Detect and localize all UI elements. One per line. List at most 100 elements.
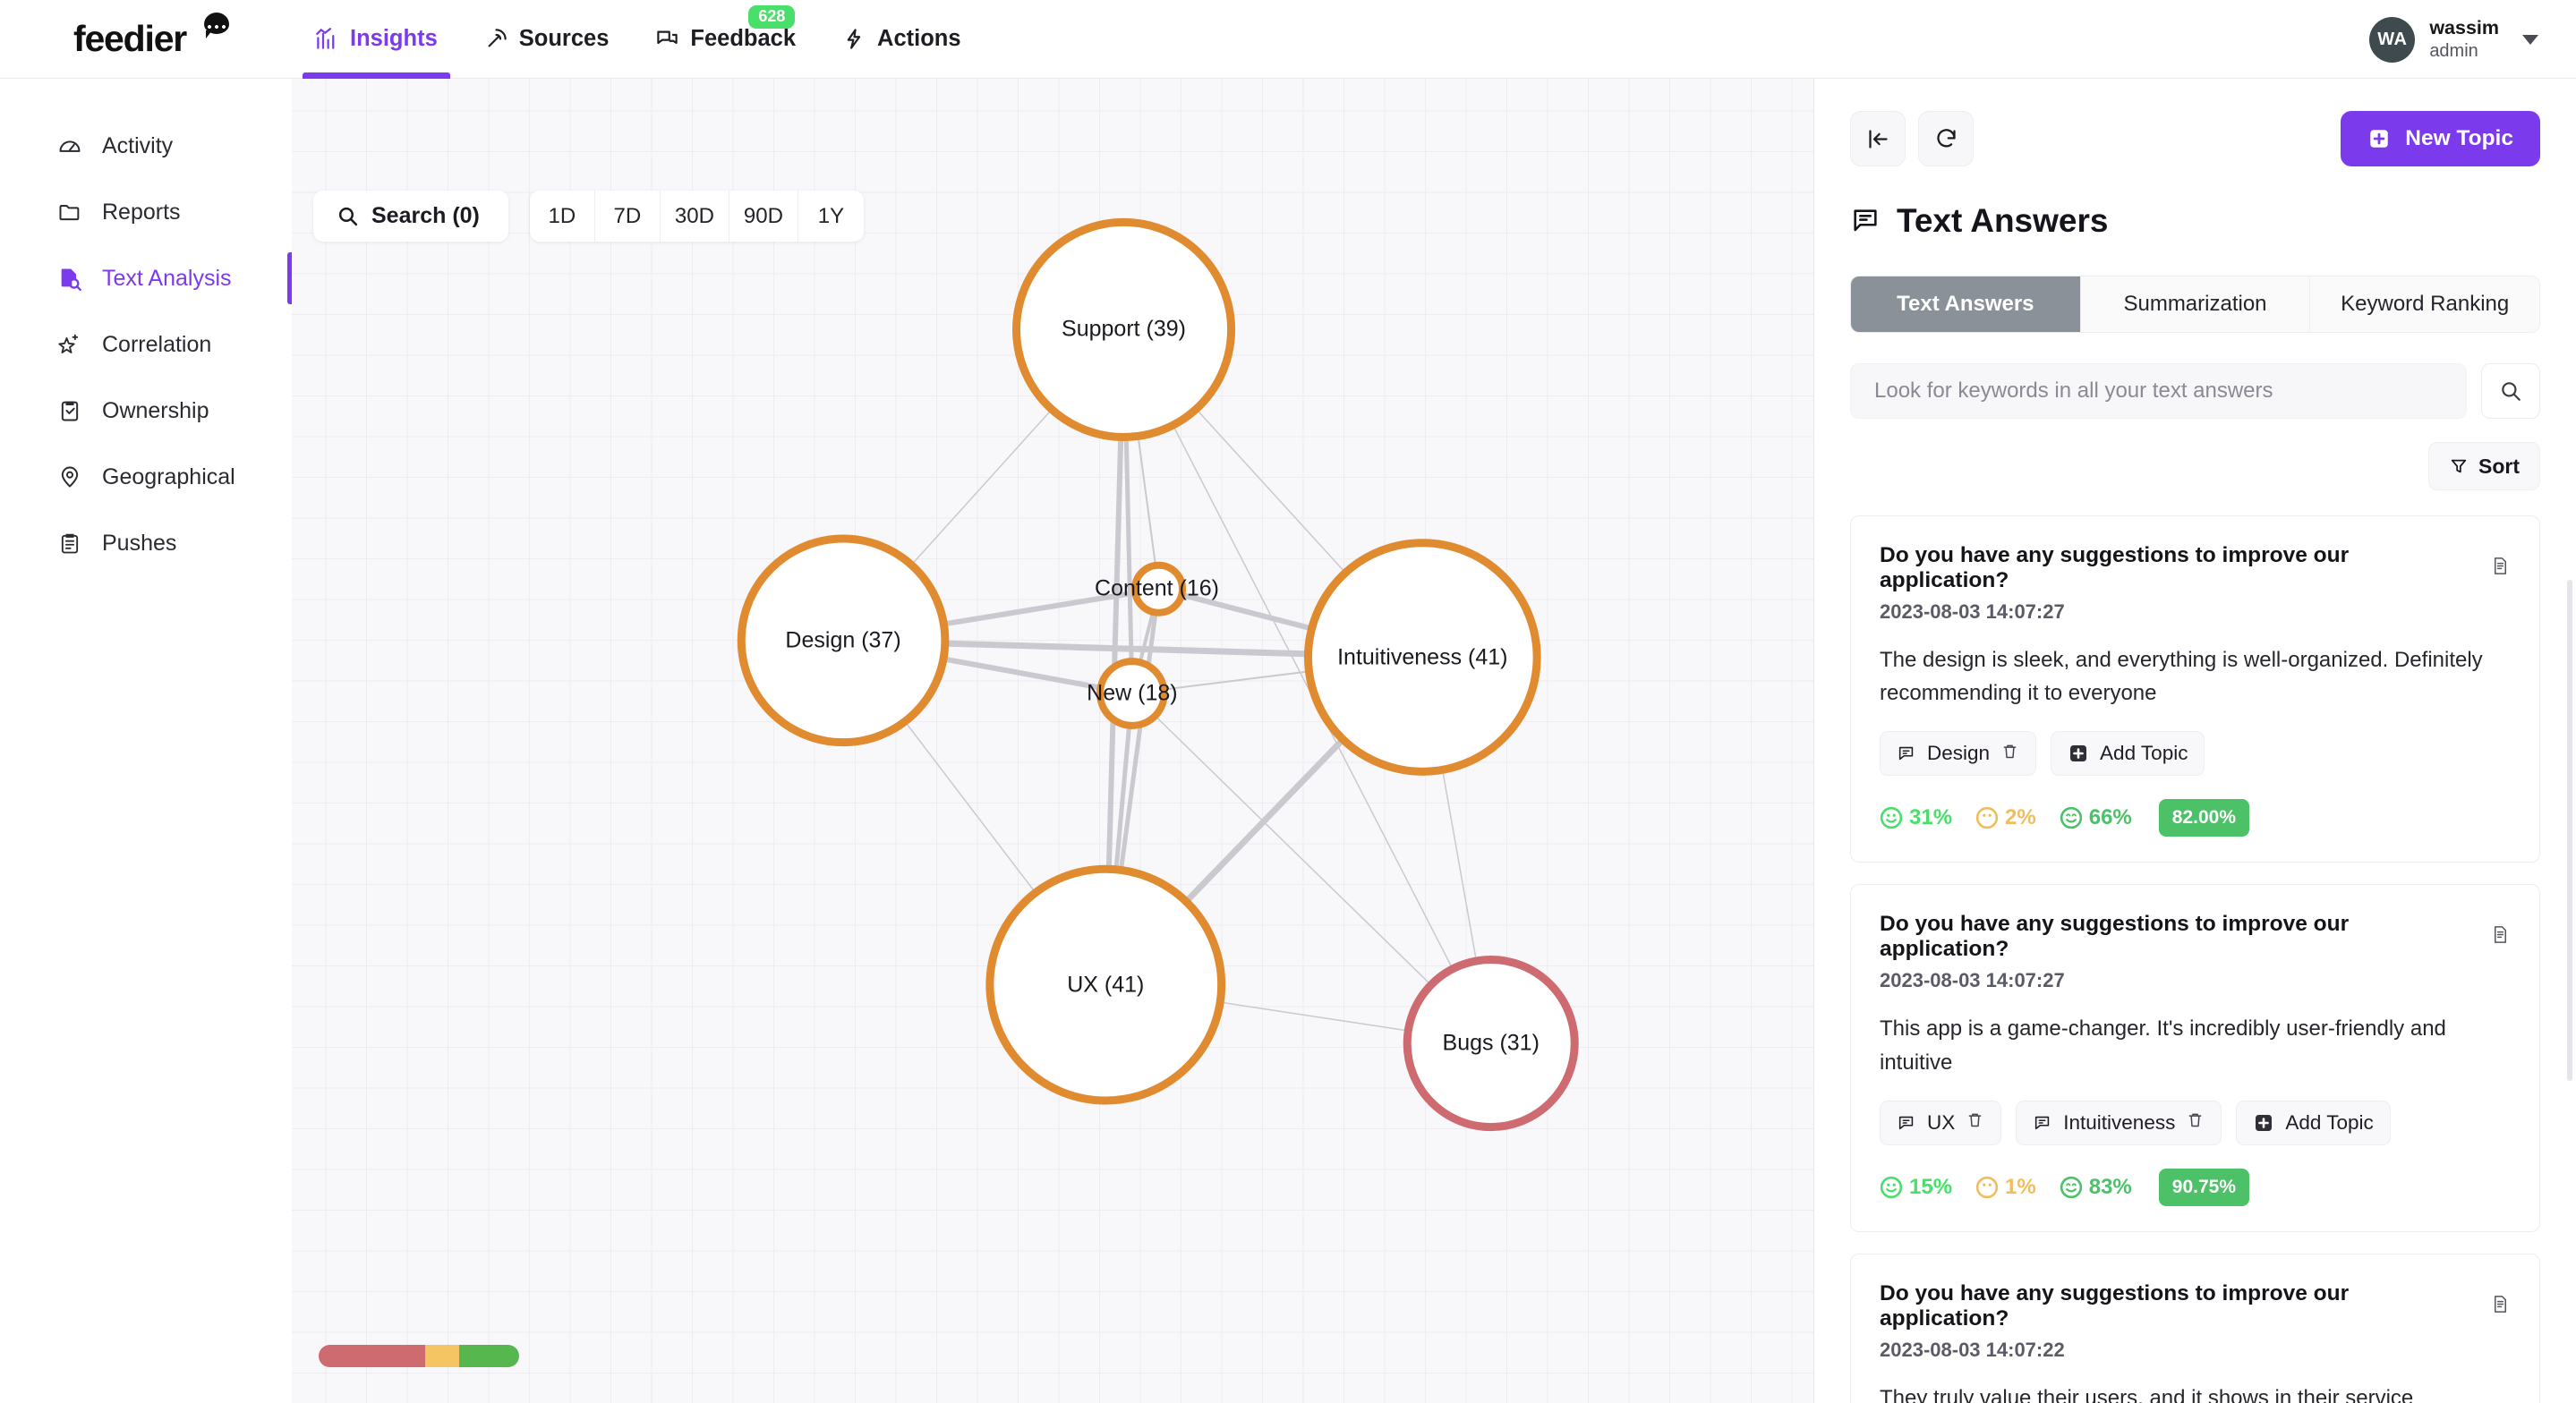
topic-chip[interactable]: Design xyxy=(1880,731,2037,777)
search-icon xyxy=(2502,382,2521,401)
answer-card[interactable]: Do you have any suggestions to improve o… xyxy=(1850,884,2540,1232)
topic-chip-delete[interactable] xyxy=(2186,1110,2205,1135)
sort-button[interactable]: Sort xyxy=(2428,442,2540,490)
nav-item-feedback[interactable]: Feedback 628 xyxy=(632,0,819,79)
time-range-group: 1D 7D 30D 90D 1Y xyxy=(529,191,864,242)
sidebar-item-geographical[interactable]: Geographical xyxy=(0,444,292,510)
sidebar-item-label: Ownership xyxy=(102,397,209,423)
sidebar-item-reports[interactable]: Reports xyxy=(0,179,292,245)
topic-graph-canvas[interactable]: Support (39) Design (37) Intuitiveness (41… xyxy=(292,79,1813,1403)
topic-node-intuitiveness[interactable] xyxy=(1303,539,1541,776)
document-icon xyxy=(2494,557,2507,574)
nav-item-actions[interactable]: Actions xyxy=(819,0,985,79)
new-topic-label: New Topic xyxy=(2405,126,2513,150)
user-meta: wassim admin xyxy=(2429,16,2499,63)
smiley-happy-icon xyxy=(1880,1176,1903,1198)
range-90d[interactable]: 90D xyxy=(729,191,798,242)
topic-node-ux[interactable] xyxy=(985,864,1226,1105)
feedback-chat-icon xyxy=(657,30,678,45)
sidebar-item-pushes[interactable]: Pushes xyxy=(0,510,292,576)
tag-chat-icon xyxy=(1898,747,1914,761)
nav-item-insights[interactable]: Insights xyxy=(292,0,461,79)
tag-chat-icon xyxy=(1898,1116,1914,1129)
topic-node-support[interactable] xyxy=(1012,217,1236,441)
search-input[interactable] xyxy=(1850,363,2467,419)
page-title: Text Answers xyxy=(1897,202,2109,239)
tab-text-answers[interactable]: Text Answers xyxy=(1851,276,2081,332)
legend-segment-negative xyxy=(319,1345,425,1367)
actions-bolt-icon xyxy=(847,29,861,49)
answer-question-row: Do you have any suggestions to improve o… xyxy=(1880,543,2511,593)
tab-keyword-ranking[interactable]: Keyword Ranking xyxy=(2310,276,2539,332)
search-submit-button[interactable] xyxy=(2481,363,2540,419)
range-7d[interactable]: 7D xyxy=(595,191,661,242)
topic-node-new[interactable] xyxy=(1096,658,1168,729)
score-badge: 90.75% xyxy=(2158,1168,2250,1206)
user-role: admin xyxy=(2429,40,2478,61)
sidebar-item-text-analysis[interactable]: Text Analysis xyxy=(0,245,292,311)
sidebar-item-ownership[interactable]: Ownership xyxy=(0,378,292,444)
trash-icon xyxy=(1968,1113,1982,1127)
text-answers-icon xyxy=(1854,209,1877,232)
logo-text: feedier xyxy=(73,18,187,59)
topic-chip-delete[interactable] xyxy=(2000,742,2019,766)
range-1d[interactable]: 1D xyxy=(530,191,595,242)
sidebar-item-correlation[interactable]: Correlation xyxy=(0,311,292,378)
topic-node-content[interactable] xyxy=(1131,561,1187,616)
document-icon xyxy=(2494,926,2507,944)
chevron-down-icon[interactable] xyxy=(2522,34,2538,45)
folder-icon xyxy=(59,205,80,221)
answer-document-link[interactable] xyxy=(2490,556,2511,581)
topic-graph-svg xyxy=(737,217,1579,1132)
sentiment-value: 15% xyxy=(1909,1174,1953,1199)
answer-timestamp: 2023-08-03 14:07:27 xyxy=(1880,600,2065,623)
refresh-button[interactable] xyxy=(1918,111,1974,166)
range-1y[interactable]: 1Y xyxy=(798,191,864,242)
sentiment-metric: 2% xyxy=(1975,805,2036,830)
answer-question: Do you have any suggestions to improve o… xyxy=(1880,1280,2350,1331)
topic-chip[interactable]: Intuitiveness xyxy=(2016,1100,2222,1145)
smiley-neutral-icon xyxy=(1975,807,1999,829)
add-topic-button[interactable]: Add Topic xyxy=(2236,1100,2391,1145)
nav-label-sources: Sources xyxy=(518,26,610,51)
text-answers-panel: New Topic Text Answers Text Answers Summ… xyxy=(1813,79,2576,1403)
sentiment-value: 31% xyxy=(1909,805,1953,830)
topic-node-bugs[interactable] xyxy=(1403,956,1579,1132)
graph-search-button[interactable]: Search (0) xyxy=(313,191,508,242)
tab-summarization[interactable]: Summarization xyxy=(2080,276,2311,332)
user-menu[interactable]: WA wassim admin xyxy=(2369,0,2538,79)
feedback-count-badge: 628 xyxy=(748,4,796,30)
sentiment-metric: 15% xyxy=(1880,1175,1952,1200)
topic-chip[interactable]: UX xyxy=(1880,1100,2002,1145)
collapse-panel-button[interactable] xyxy=(1850,111,1906,166)
sentiment-value: 2% xyxy=(2005,805,2036,830)
sort-row: Sort xyxy=(1850,442,2540,490)
nav-label-feedback: Feedback xyxy=(690,26,797,51)
clipboard-check-icon xyxy=(61,401,79,421)
document-search-icon xyxy=(61,268,81,291)
smiley-happy-icon xyxy=(1880,807,1903,829)
smiley-very-happy-icon xyxy=(2060,807,2082,829)
answer-card[interactable]: Do you have any suggestions to improve o… xyxy=(1850,515,2540,863)
answer-card[interactable]: Do you have any suggestions to improve o… xyxy=(1850,1253,2540,1403)
answer-document-link[interactable] xyxy=(2490,1294,2511,1319)
nav-item-sources[interactable]: Sources xyxy=(461,0,633,79)
topic-chip-delete[interactable] xyxy=(1966,1110,1984,1135)
answer-document-link[interactable] xyxy=(2490,924,2511,949)
answer-question-row: Do you have any suggestions to improve o… xyxy=(1880,912,2511,962)
tag-chat-icon xyxy=(2035,1116,2050,1129)
range-30d[interactable]: 30D xyxy=(661,191,729,242)
logo[interactable]: feedier xyxy=(0,0,292,79)
panel-scrollbar[interactable] xyxy=(2567,580,2572,1081)
answers-search-row xyxy=(1850,363,2540,419)
trash-icon xyxy=(2003,744,2017,759)
topic-chip-label: Design xyxy=(1927,742,1991,765)
sidebar-item-label: Text Analysis xyxy=(102,265,232,291)
topic-node-design[interactable] xyxy=(737,534,950,747)
nav-label-insights: Insights xyxy=(350,26,438,51)
sidebar-item-label: Correlation xyxy=(102,331,212,357)
add-topic-button[interactable]: Add Topic xyxy=(2051,731,2205,777)
new-topic-button[interactable]: New Topic xyxy=(2341,111,2540,166)
sidebar-item-activity[interactable]: Activity xyxy=(0,113,292,179)
logo-chat-bubble-tail-icon xyxy=(206,30,212,38)
